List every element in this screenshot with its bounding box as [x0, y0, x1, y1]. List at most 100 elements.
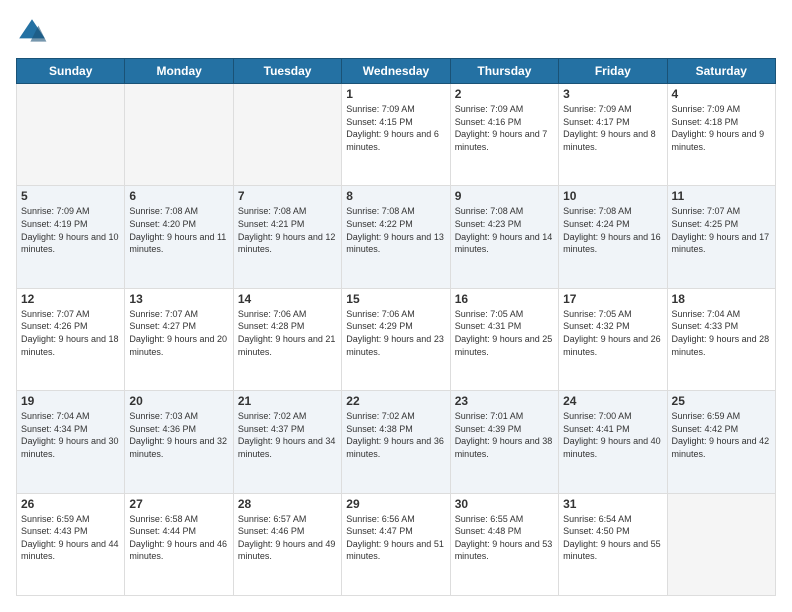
calendar-cell: 1 Sunrise: 7:09 AM Sunset: 4:15 PM Daylig…: [342, 84, 450, 186]
calendar-week-3: 12 Sunrise: 7:07 AM Sunset: 4:26 PM Dayli…: [17, 288, 776, 390]
day-info: Sunrise: 7:05 AM Sunset: 4:31 PM Dayligh…: [455, 308, 554, 358]
weekday-header-thursday: Thursday: [450, 59, 558, 84]
day-number: 4: [672, 87, 771, 101]
day-info: Sunrise: 6:59 AM Sunset: 4:43 PM Dayligh…: [21, 513, 120, 563]
day-number: 1: [346, 87, 445, 101]
day-info: Sunrise: 7:08 AM Sunset: 4:20 PM Dayligh…: [129, 205, 228, 255]
day-info: Sunrise: 6:55 AM Sunset: 4:48 PM Dayligh…: [455, 513, 554, 563]
weekday-header-saturday: Saturday: [667, 59, 775, 84]
day-number: 28: [238, 497, 337, 511]
day-info: Sunrise: 7:06 AM Sunset: 4:28 PM Dayligh…: [238, 308, 337, 358]
day-info: Sunrise: 7:05 AM Sunset: 4:32 PM Dayligh…: [563, 308, 662, 358]
calendar-cell: [667, 493, 775, 595]
day-number: 16: [455, 292, 554, 306]
calendar-week-2: 5 Sunrise: 7:09 AM Sunset: 4:19 PM Daylig…: [17, 186, 776, 288]
day-number: 31: [563, 497, 662, 511]
calendar-cell: 9 Sunrise: 7:08 AM Sunset: 4:23 PM Daylig…: [450, 186, 558, 288]
calendar-cell: 30Sunrise: 6:55 AM Sunset: 4:48 PM Dayli…: [450, 493, 558, 595]
logo-icon: [16, 16, 48, 48]
logo: [16, 16, 52, 48]
day-number: 14: [238, 292, 337, 306]
day-info: Sunrise: 7:08 AM Sunset: 4:23 PM Dayligh…: [455, 205, 554, 255]
calendar-cell: 8 Sunrise: 7:08 AM Sunset: 4:22 PM Daylig…: [342, 186, 450, 288]
day-info: Sunrise: 7:02 AM Sunset: 4:37 PM Dayligh…: [238, 410, 337, 460]
day-number: 2: [455, 87, 554, 101]
calendar-cell: 16 Sunrise: 7:05 AM Sunset: 4:31 PM Dayli…: [450, 288, 558, 390]
calendar-cell: [233, 84, 341, 186]
header: [16, 16, 776, 48]
day-number: 22: [346, 394, 445, 408]
calendar-cell: 3Sunrise: 7:09 AM Sunset: 4:17 PM Daylig…: [559, 84, 667, 186]
calendar: SundayMondayTuesdayWednesdayThursdayFrid…: [16, 58, 776, 596]
calendar-cell: 7Sunrise: 7:08 AM Sunset: 4:21 PM Daylig…: [233, 186, 341, 288]
calendar-cell: 5 Sunrise: 7:09 AM Sunset: 4:19 PM Daylig…: [17, 186, 125, 288]
day-number: 5: [21, 189, 120, 203]
day-number: 11: [672, 189, 771, 203]
day-info: Sunrise: 7:09 AM Sunset: 4:17 PM Dayligh…: [563, 103, 662, 153]
day-number: 12: [21, 292, 120, 306]
day-number: 17: [563, 292, 662, 306]
calendar-cell: 12 Sunrise: 7:07 AM Sunset: 4:26 PM Dayli…: [17, 288, 125, 390]
calendar-cell: 13 Sunrise: 7:07 AM Sunset: 4:27 PM Dayli…: [125, 288, 233, 390]
day-number: 23: [455, 394, 554, 408]
calendar-cell: 14 Sunrise: 7:06 AM Sunset: 4:28 PM Dayli…: [233, 288, 341, 390]
day-info: Sunrise: 6:59 AM Sunset: 4:42 PM Dayligh…: [672, 410, 771, 460]
calendar-cell: 10Sunrise: 7:08 AM Sunset: 4:24 PM Dayli…: [559, 186, 667, 288]
day-info: Sunrise: 7:01 AM Sunset: 4:39 PM Dayligh…: [455, 410, 554, 460]
day-info: Sunrise: 7:09 AM Sunset: 4:18 PM Dayligh…: [672, 103, 771, 153]
calendar-cell: 11Sunrise: 7:07 AM Sunset: 4:25 PM Dayli…: [667, 186, 775, 288]
day-number: 20: [129, 394, 228, 408]
day-info: Sunrise: 7:08 AM Sunset: 4:22 PM Dayligh…: [346, 205, 445, 255]
weekday-header-monday: Monday: [125, 59, 233, 84]
day-info: Sunrise: 7:08 AM Sunset: 4:24 PM Dayligh…: [563, 205, 662, 255]
calendar-week-5: 26Sunrise: 6:59 AM Sunset: 4:43 PM Dayli…: [17, 493, 776, 595]
calendar-cell: 15 Sunrise: 7:06 AM Sunset: 4:29 PM Dayli…: [342, 288, 450, 390]
day-number: 19: [21, 394, 120, 408]
page: SundayMondayTuesdayWednesdayThursdayFrid…: [0, 0, 792, 612]
day-number: 7: [238, 189, 337, 203]
day-info: Sunrise: 7:07 AM Sunset: 4:26 PM Dayligh…: [21, 308, 120, 358]
day-info: Sunrise: 6:56 AM Sunset: 4:47 PM Dayligh…: [346, 513, 445, 563]
day-info: Sunrise: 7:07 AM Sunset: 4:27 PM Dayligh…: [129, 308, 228, 358]
day-info: Sunrise: 7:09 AM Sunset: 4:15 PM Dayligh…: [346, 103, 445, 153]
day-info: Sunrise: 7:09 AM Sunset: 4:16 PM Dayligh…: [455, 103, 554, 153]
day-info: Sunrise: 7:06 AM Sunset: 4:29 PM Dayligh…: [346, 308, 445, 358]
calendar-cell: 17 Sunrise: 7:05 AM Sunset: 4:32 PM Dayli…: [559, 288, 667, 390]
calendar-cell: 18 Sunrise: 7:04 AM Sunset: 4:33 PM Dayli…: [667, 288, 775, 390]
day-info: Sunrise: 7:02 AM Sunset: 4:38 PM Dayligh…: [346, 410, 445, 460]
day-info: Sunrise: 7:04 AM Sunset: 4:33 PM Dayligh…: [672, 308, 771, 358]
day-number: 13: [129, 292, 228, 306]
day-info: Sunrise: 7:09 AM Sunset: 4:19 PM Dayligh…: [21, 205, 120, 255]
day-number: 8: [346, 189, 445, 203]
calendar-cell: 20 Sunrise: 7:03 AM Sunset: 4:36 PM Dayli…: [125, 391, 233, 493]
calendar-cell: 21 Sunrise: 7:02 AM Sunset: 4:37 PM Dayli…: [233, 391, 341, 493]
calendar-cell: 24 Sunrise: 7:00 AM Sunset: 4:41 PM Dayli…: [559, 391, 667, 493]
day-number: 18: [672, 292, 771, 306]
weekday-header-row: SundayMondayTuesdayWednesdayThursdayFrid…: [17, 59, 776, 84]
weekday-header-sunday: Sunday: [17, 59, 125, 84]
day-number: 25: [672, 394, 771, 408]
calendar-cell: 22 Sunrise: 7:02 AM Sunset: 4:38 PM Dayli…: [342, 391, 450, 493]
day-number: 29: [346, 497, 445, 511]
calendar-cell: 6Sunrise: 7:08 AM Sunset: 4:20 PM Daylig…: [125, 186, 233, 288]
calendar-week-4: 19Sunrise: 7:04 AM Sunset: 4:34 PM Dayli…: [17, 391, 776, 493]
weekday-header-friday: Friday: [559, 59, 667, 84]
day-number: 9: [455, 189, 554, 203]
calendar-cell: 23 Sunrise: 7:01 AM Sunset: 4:39 PM Dayli…: [450, 391, 558, 493]
calendar-cell: 19Sunrise: 7:04 AM Sunset: 4:34 PM Dayli…: [17, 391, 125, 493]
day-info: Sunrise: 6:57 AM Sunset: 4:46 PM Dayligh…: [238, 513, 337, 563]
day-number: 15: [346, 292, 445, 306]
calendar-cell: 25 Sunrise: 6:59 AM Sunset: 4:42 PM Dayli…: [667, 391, 775, 493]
day-number: 21: [238, 394, 337, 408]
day-info: Sunrise: 6:54 AM Sunset: 4:50 PM Dayligh…: [563, 513, 662, 563]
day-info: Sunrise: 6:58 AM Sunset: 4:44 PM Dayligh…: [129, 513, 228, 563]
day-info: Sunrise: 7:03 AM Sunset: 4:36 PM Dayligh…: [129, 410, 228, 460]
day-number: 24: [563, 394, 662, 408]
calendar-cell: 4 Sunrise: 7:09 AM Sunset: 4:18 PM Daylig…: [667, 84, 775, 186]
calendar-cell: 29 Sunrise: 6:56 AM Sunset: 4:47 PM Dayli…: [342, 493, 450, 595]
calendar-cell: [125, 84, 233, 186]
calendar-cell: 27Sunrise: 6:58 AM Sunset: 4:44 PM Dayli…: [125, 493, 233, 595]
calendar-cell: 28 Sunrise: 6:57 AM Sunset: 4:46 PM Dayli…: [233, 493, 341, 595]
calendar-cell: 26Sunrise: 6:59 AM Sunset: 4:43 PM Dayli…: [17, 493, 125, 595]
day-info: Sunrise: 7:00 AM Sunset: 4:41 PM Dayligh…: [563, 410, 662, 460]
